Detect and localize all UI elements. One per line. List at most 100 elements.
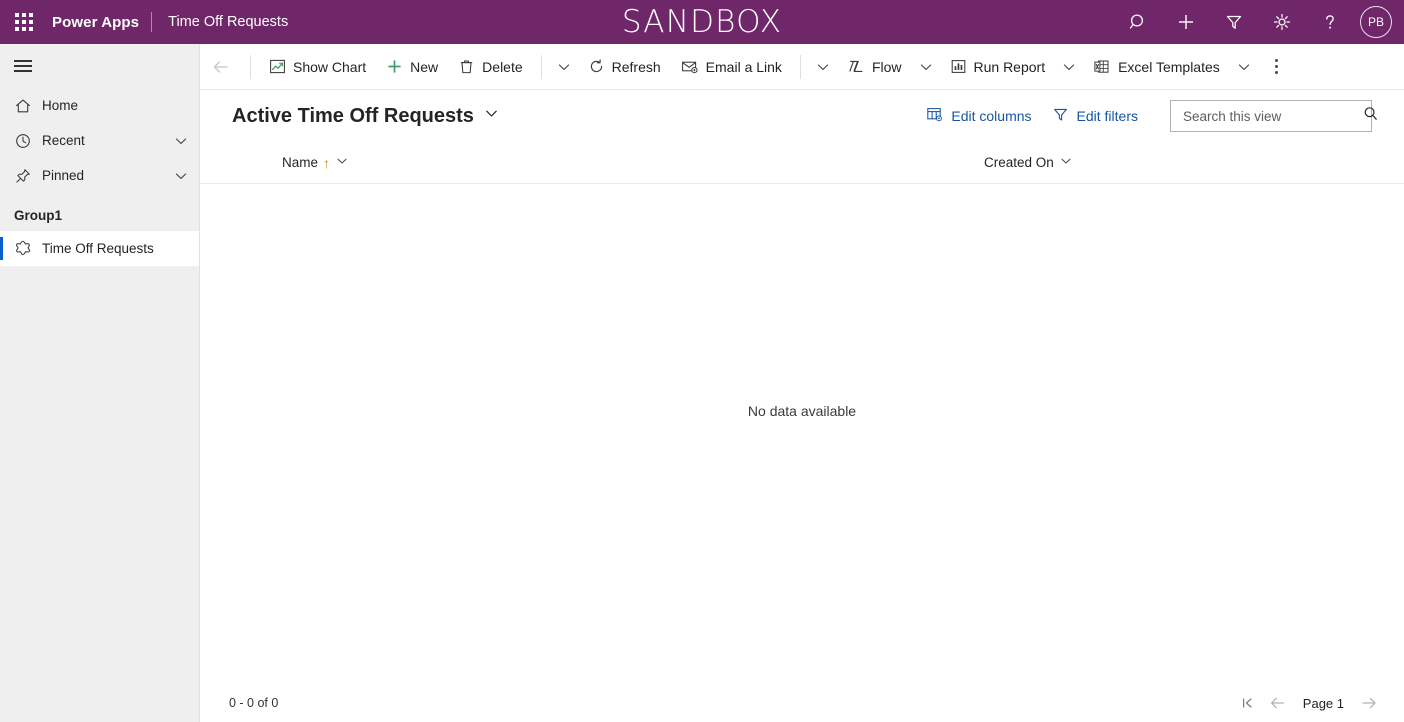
command-divider [250,54,251,79]
edit-filters-label: Edit filters [1076,108,1138,124]
excel-icon [1093,58,1111,75]
back-arrow-icon [213,60,228,73]
email-link-icon [681,58,699,75]
edit-columns-icon [926,106,943,126]
command-bar: Show Chart New Delete Refresh Email a Li… [200,44,1404,90]
command-label: Flow [871,58,902,75]
selection-indicator [0,237,3,260]
back-button[interactable] [200,44,242,90]
sort-ascending-icon: ↑ [323,154,331,171]
chevron-down-icon[interactable] [483,105,500,128]
edit-columns-button[interactable]: Edit columns [916,100,1041,132]
sidebar-item-time-off-requests[interactable]: Time Off Requests [0,231,199,266]
search-icon[interactable] [1362,105,1379,127]
app-name-label[interactable]: Time Off Requests [152,14,288,30]
edit-columns-label: Edit columns [951,108,1032,124]
command-label: New [410,58,439,75]
command-divider [799,54,801,79]
plus-icon [386,58,403,75]
chevron-down-icon[interactable] [173,168,189,184]
first-page-button[interactable] [1233,688,1263,718]
column-header-label: Name [282,155,319,170]
clock-icon [14,132,42,150]
sidebar-item-label: Recent [42,133,85,148]
run-report-chevron-button[interactable] [1055,44,1083,90]
grid-body: No data available [200,184,1404,684]
command-label: Delete [482,58,523,75]
app-launcher-button[interactable] [0,0,48,44]
select-all-checkbox[interactable] [200,142,248,184]
sitemap-toggle-button[interactable] [0,44,199,88]
column-header-name[interactable]: Name ↑ [248,142,968,184]
previous-page-icon [1270,697,1284,709]
sidebar-item-recent[interactable]: Recent [0,123,199,158]
new-button[interactable]: New [376,44,448,90]
flow-chevron-button[interactable] [912,44,940,90]
delete-button[interactable]: Delete [448,44,532,90]
sidebar-group-label: Group1 [14,208,63,223]
header-actions: PB [1114,0,1398,44]
new-button[interactable] [1162,0,1210,44]
top-header-bar: Power Apps Time Off Requests SANDBOX PB [0,0,1404,44]
refresh-button[interactable]: Refresh [578,44,671,90]
previous-page-button[interactable] [1263,688,1293,718]
chevron-down-icon[interactable] [1059,154,1073,171]
brand-label[interactable]: Power Apps [48,14,151,31]
chevron-down-icon [1238,63,1249,70]
power-apps-window: Power Apps Time Off Requests SANDBOX PB … [0,0,1404,722]
overflow-icon [1275,57,1279,76]
refresh-icon [588,58,605,75]
excel-templates-chevron-button[interactable] [1230,44,1258,90]
column-header-created-on[interactable]: Created On [968,142,1228,184]
search-icon [1129,14,1144,29]
settings-button[interactable] [1258,0,1306,44]
command-label: Run Report [973,58,1046,75]
chevron-down-icon[interactable] [173,133,189,149]
command-label: Show Chart [293,58,367,75]
avatar[interactable]: PB [1360,6,1392,38]
run-report-button[interactable]: Run Report [940,44,1056,90]
pagination: Page 1 [1233,688,1404,718]
filter-button[interactable] [1210,0,1258,44]
search-button[interactable] [1114,0,1162,44]
help-button[interactable] [1306,0,1354,44]
command-label: Excel Templates [1118,58,1220,75]
environment-title-text: SANDBOX [621,4,783,40]
view-header: Active Time Off Requests Edit columns Ed… [200,90,1404,142]
sidebar-item-home[interactable]: Home [0,88,199,123]
edit-filters-button[interactable]: Edit filters [1042,100,1148,132]
delete-chevron-button[interactable] [550,44,578,90]
record-count-label: 0 - 0 of 0 [229,696,279,710]
chevron-down-icon [817,63,829,70]
view-selector[interactable]: Active Time Off Requests [200,105,500,128]
search-box[interactable] [1170,100,1377,132]
page-title: Active Time Off Requests [232,104,474,127]
view-actions: Edit columns Edit filters [916,100,1404,132]
email-a-link-chevron-button[interactable] [809,44,837,90]
flow-button[interactable]: Flow [837,44,912,90]
sidebar-item-pinned[interactable]: Pinned [0,158,199,193]
grid-footer: 0 - 0 of 0 Page 1 [200,684,1404,722]
hamburger-icon [14,57,32,75]
chevron-down-icon [558,63,569,70]
home-icon [14,97,42,115]
empty-state-message: No data available [747,403,857,419]
chevron-down-icon[interactable] [335,154,349,171]
next-page-button[interactable] [1354,688,1384,718]
gear-icon [1273,13,1291,31]
sidebar-item-label: Pinned [42,168,85,183]
sidebar-item-label: Time Off Requests [42,241,154,256]
filter-icon [1052,106,1069,126]
grid-header-row: Name ↑ Created On [200,142,1404,184]
search-input[interactable] [1181,107,1362,125]
show-chart-button[interactable]: Show Chart [259,44,376,90]
chevron-down-icon [920,63,931,70]
report-icon [950,58,967,75]
more-commands-button[interactable] [1262,44,1292,90]
excel-templates-button[interactable]: Excel Templates [1083,44,1230,90]
page-number-label: Page 1 [1302,695,1344,711]
pin-icon [14,167,42,185]
next-page-icon [1362,697,1376,709]
email-a-link-button[interactable]: Email a Link [671,44,792,90]
first-page-icon [1242,698,1252,708]
